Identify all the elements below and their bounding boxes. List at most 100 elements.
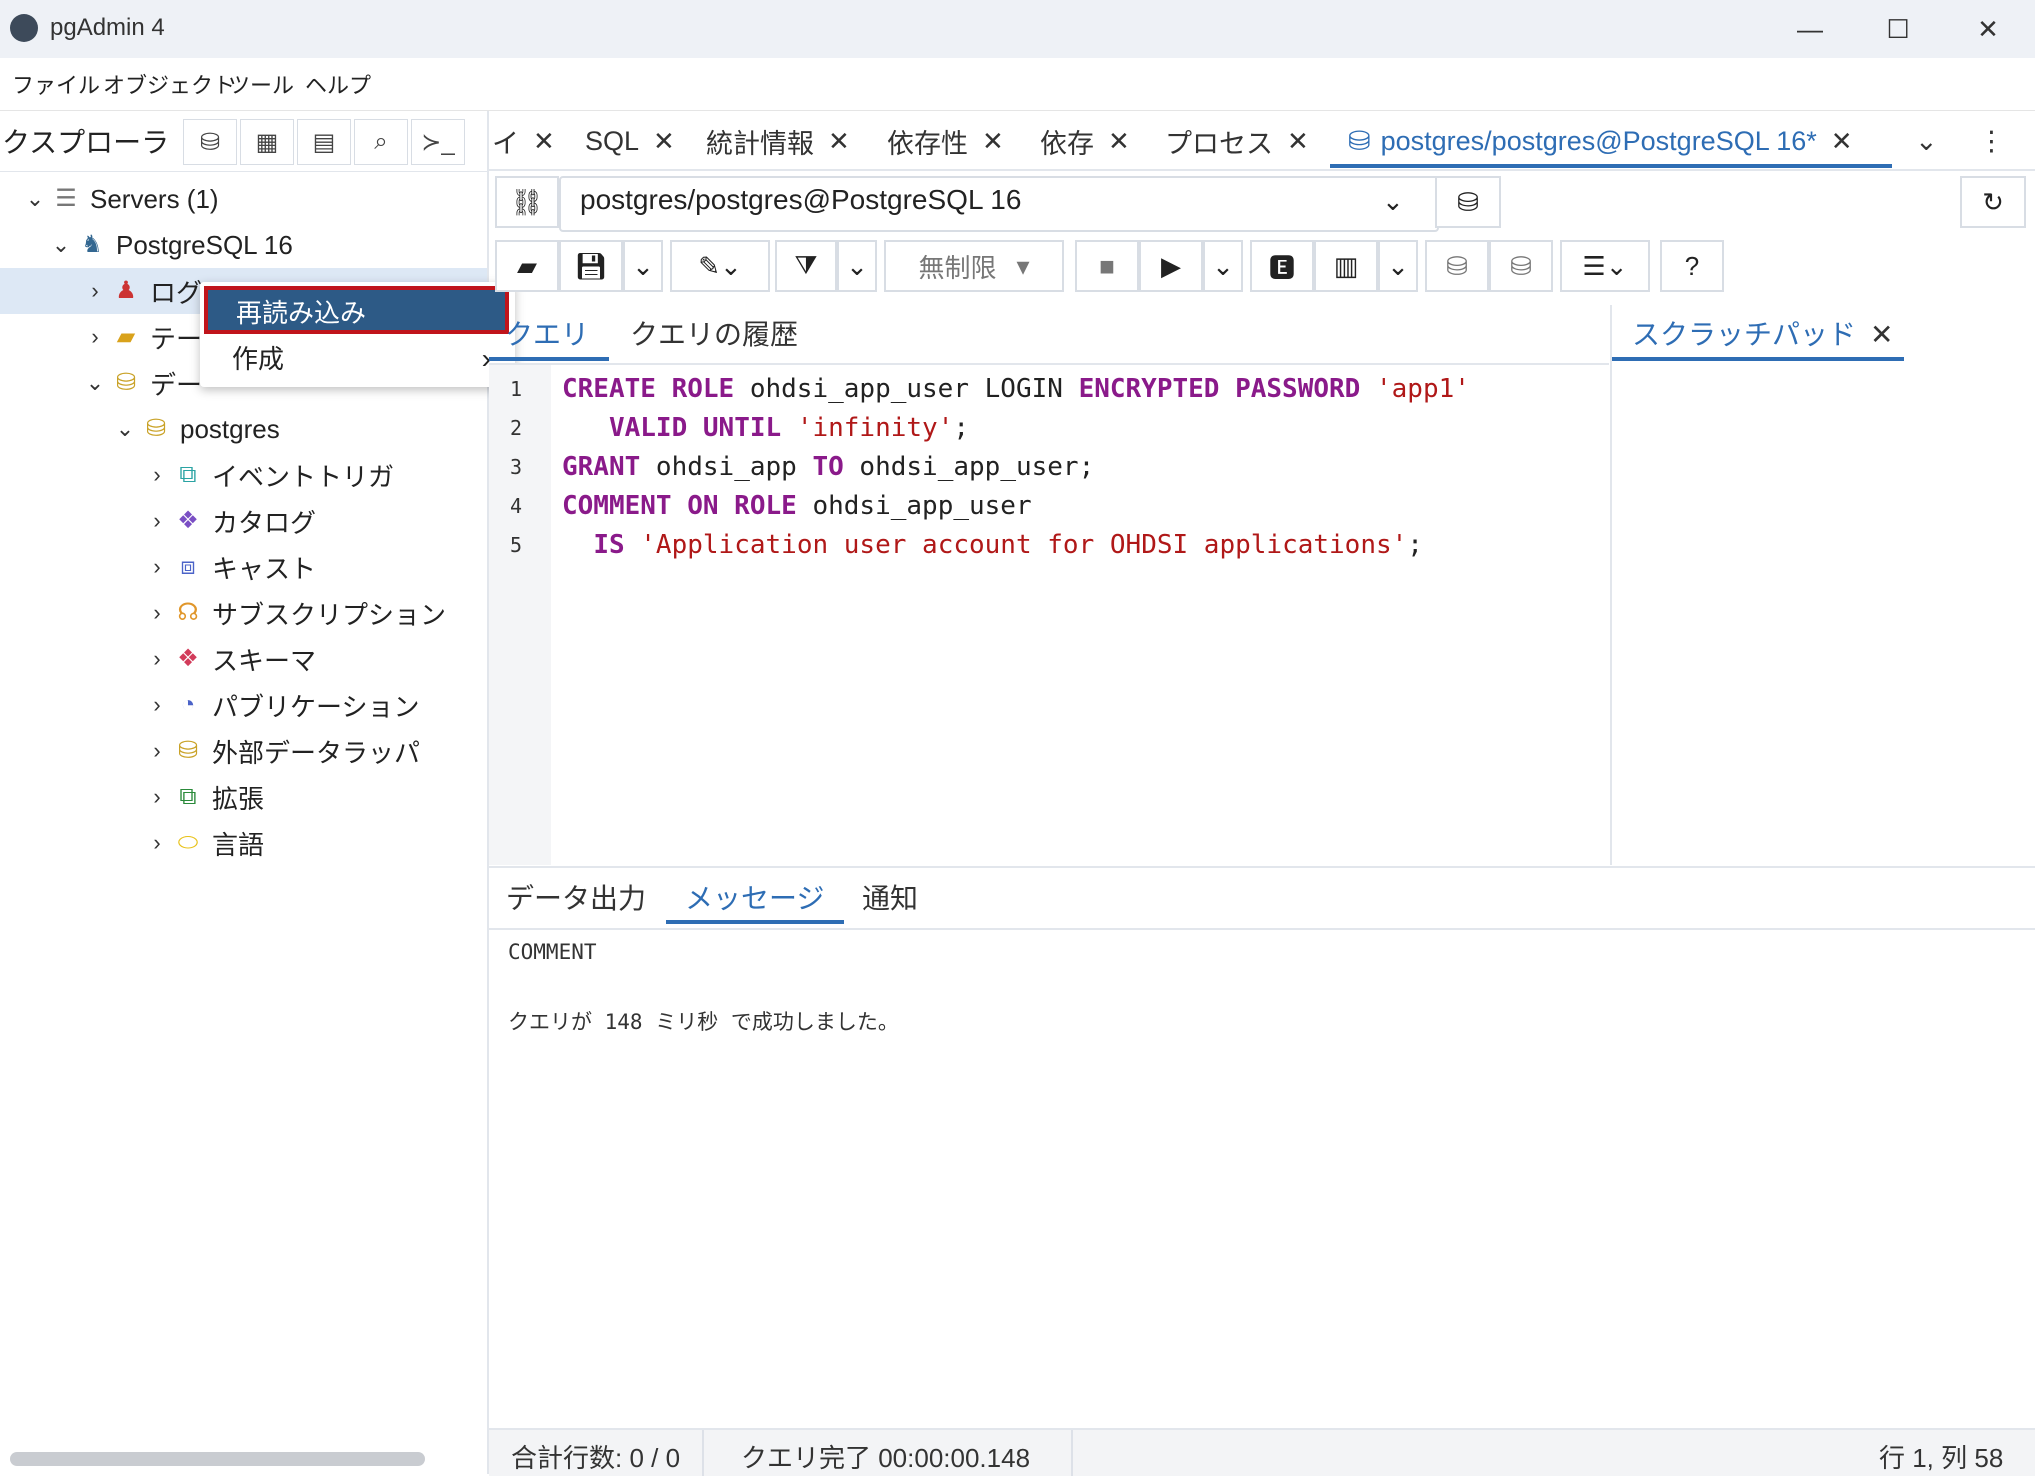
tab-query-tool[interactable]: ⛁ postgres/postgres@PostgreSQL 16* ✕ [1348, 119, 1853, 163]
close-icon[interactable]: ✕ [982, 126, 1004, 157]
context-menu-reload[interactable]: 再読み込み [204, 286, 509, 334]
chevron-down-icon[interactable]: ⌄ [46, 232, 76, 258]
commit-icon[interactable]: ⛁ [1425, 240, 1489, 292]
explorer-title: クスプローラ [2, 127, 170, 158]
chevron-down-icon[interactable]: ⌄ [110, 416, 140, 442]
status-bar: 合計行数: 0 / 0 クエリ完了 00:00:00.148 行 1, 列 58 [489, 1428, 2035, 1476]
tab-dependencies[interactable]: 依存性 ✕ [887, 119, 1004, 163]
search-icon[interactable]: ⌕ [354, 119, 408, 165]
chevron-right-icon[interactable]: › [142, 508, 172, 534]
filter-icon[interactable]: ⧩ [775, 240, 837, 292]
more-options-icon[interactable]: ⋮ [1978, 119, 2005, 163]
chevron-right-icon[interactable]: › [142, 784, 172, 810]
row-limit-select[interactable]: 無制限 ▾ [884, 240, 1064, 292]
close-icon[interactable]: ✕ [653, 126, 675, 157]
database-icon: ⛁ [145, 415, 167, 442]
tab-messages[interactable]: メッセージ [685, 877, 824, 917]
tree-db-postgres[interactable]: ⌄ ⛁ postgres [0, 406, 487, 452]
tree-subscriptions[interactable]: › ☊ サブスクリプション [0, 590, 487, 636]
execute-icon[interactable]: ▶ [1139, 240, 1203, 292]
menu-tools[interactable]: ツール [228, 68, 294, 100]
chevron-right-icon[interactable]: › [142, 738, 172, 764]
psql-terminal-icon[interactable]: ≻_ [411, 119, 465, 165]
chevron-right-icon[interactable]: › [142, 462, 172, 488]
close-window-button[interactable]: ✕ [1958, 8, 2018, 50]
edit-menu-icon[interactable]: ✎⌄ [670, 240, 770, 292]
chevron-down-icon[interactable]: ⌄ [80, 370, 110, 396]
sql-editor[interactable]: CREATE ROLE ohdsi_app_user LOGIN ENCRYPT… [551, 365, 1609, 865]
filter-dropdown-icon[interactable]: ⌄ [837, 240, 877, 292]
explain-analyze-icon[interactable]: ▥ [1314, 240, 1378, 292]
tab-scratch-pad[interactable]: スクラッチパッド ✕ [1632, 313, 1893, 353]
rollback-icon[interactable]: ⛁ [1489, 240, 1553, 292]
close-icon[interactable]: ✕ [1831, 126, 1853, 157]
tree-languages[interactable]: › ⬭ 言語 [0, 820, 487, 866]
open-file-icon[interactable]: ▰ [495, 240, 559, 292]
chevron-right-icon[interactable]: › [80, 278, 110, 304]
new-connection-icon[interactable]: ⛁ [1435, 176, 1501, 228]
tab-query[interactable]: クエリ [505, 313, 589, 353]
tree-fdw[interactable]: › ⛁ 外部データラッパ [0, 728, 487, 774]
query-tool-icon[interactable]: ⛁ [183, 119, 237, 165]
refresh-icon[interactable]: ↻ [1960, 176, 2026, 228]
view-data-icon[interactable]: ▦ [240, 119, 294, 165]
tree-schemas[interactable]: › ❖ スキーマ [0, 636, 487, 682]
chevron-right-icon[interactable]: › [142, 554, 172, 580]
subscription-icon: ☊ [177, 599, 199, 626]
database-query-icon: ⛁ [1348, 125, 1371, 156]
title-bar: pgAdmin 4 — ☐ ✕ [0, 0, 2035, 59]
close-icon[interactable]: ✕ [1287, 126, 1309, 157]
tab-processes[interactable]: プロセス ✕ [1165, 119, 1309, 163]
tree-casts[interactable]: › ⧈ キャスト [0, 544, 487, 590]
folder-icon: ▰ [116, 323, 136, 350]
servers-icon: ☰ [55, 185, 77, 212]
menu-object[interactable]: オブジェクト [103, 68, 235, 100]
tab-statistics[interactable]: 統計情報 ✕ [706, 119, 850, 163]
tree-catalogs[interactable]: › ❖ カタログ [0, 498, 487, 544]
menu-file[interactable]: ファイル [12, 68, 100, 100]
login-roles-icon: ♟ [115, 277, 137, 304]
horizontal-scrollbar[interactable] [10, 1452, 425, 1466]
help-icon[interactable]: ? [1660, 240, 1724, 292]
tab-notifications[interactable]: 通知 [862, 877, 918, 917]
tab-sql[interactable]: SQL ✕ [585, 119, 675, 163]
close-icon[interactable]: ✕ [1108, 126, 1130, 157]
menu-help[interactable]: ヘルプ [305, 68, 371, 100]
explain-dropdown-icon[interactable]: ⌄ [1378, 240, 1418, 292]
execute-dropdown-icon[interactable]: ⌄ [1203, 240, 1243, 292]
tab-list-dropdown[interactable]: ⌄ [1915, 119, 1938, 163]
tab-dependents[interactable]: 依存 ✕ [1040, 119, 1130, 163]
explain-icon[interactable]: 🅴︎ [1250, 240, 1314, 292]
tab-query-history[interactable]: クエリの履歴 [630, 313, 798, 353]
save-dropdown-icon[interactable]: ⌄ [623, 240, 663, 292]
tree-extensions[interactable]: › ⧉ 拡張 [0, 774, 487, 820]
pgadmin-logo-icon [10, 14, 38, 42]
close-icon[interactable]: ✕ [1870, 319, 1893, 350]
chevron-right-icon[interactable]: › [142, 600, 172, 626]
stop-icon[interactable]: ■ [1075, 240, 1139, 292]
minimize-button[interactable]: — [1780, 8, 1840, 50]
chevron-right-icon[interactable]: › [142, 646, 172, 672]
tab-data-output[interactable]: データ出力 [506, 877, 646, 917]
tree-servers[interactable]: ⌄ ☰ Servers (1) [0, 176, 487, 222]
scratch-pad-panel [1610, 305, 2035, 865]
tree-publications[interactable]: › ◔ パブリケーション [0, 682, 487, 728]
context-menu-create[interactable]: 作成 › [204, 336, 509, 382]
total-rows: 合計行数: 0 / 0 [511, 1443, 681, 1473]
chevron-down-icon: ⌄ [1382, 186, 1404, 216]
tree-server[interactable]: ⌄ ♞ PostgreSQL 16 [0, 222, 487, 268]
chevron-right-icon[interactable]: › [142, 830, 172, 856]
save-file-icon[interactable]: 💾︎ [559, 240, 623, 292]
chevron-down-icon[interactable]: ⌄ [20, 186, 50, 212]
chevron-right-icon[interactable]: › [142, 692, 172, 718]
macros-icon[interactable]: ☰⌄ [1560, 240, 1650, 292]
maximize-button[interactable]: ☐ [1868, 8, 1928, 50]
tab-properties[interactable]: イ ✕ [492, 119, 555, 163]
connection-status-icon[interactable]: ⛓ [495, 176, 559, 228]
close-icon[interactable]: ✕ [533, 126, 555, 157]
chevron-right-icon[interactable]: › [80, 324, 110, 350]
foreign-data-wrapper-icon: ⛁ [177, 737, 199, 764]
tree-event-triggers[interactable]: › ⧉ イベントトリガ [0, 452, 487, 498]
close-icon[interactable]: ✕ [828, 126, 850, 157]
filtered-rows-icon[interactable]: ▤ [297, 119, 351, 165]
